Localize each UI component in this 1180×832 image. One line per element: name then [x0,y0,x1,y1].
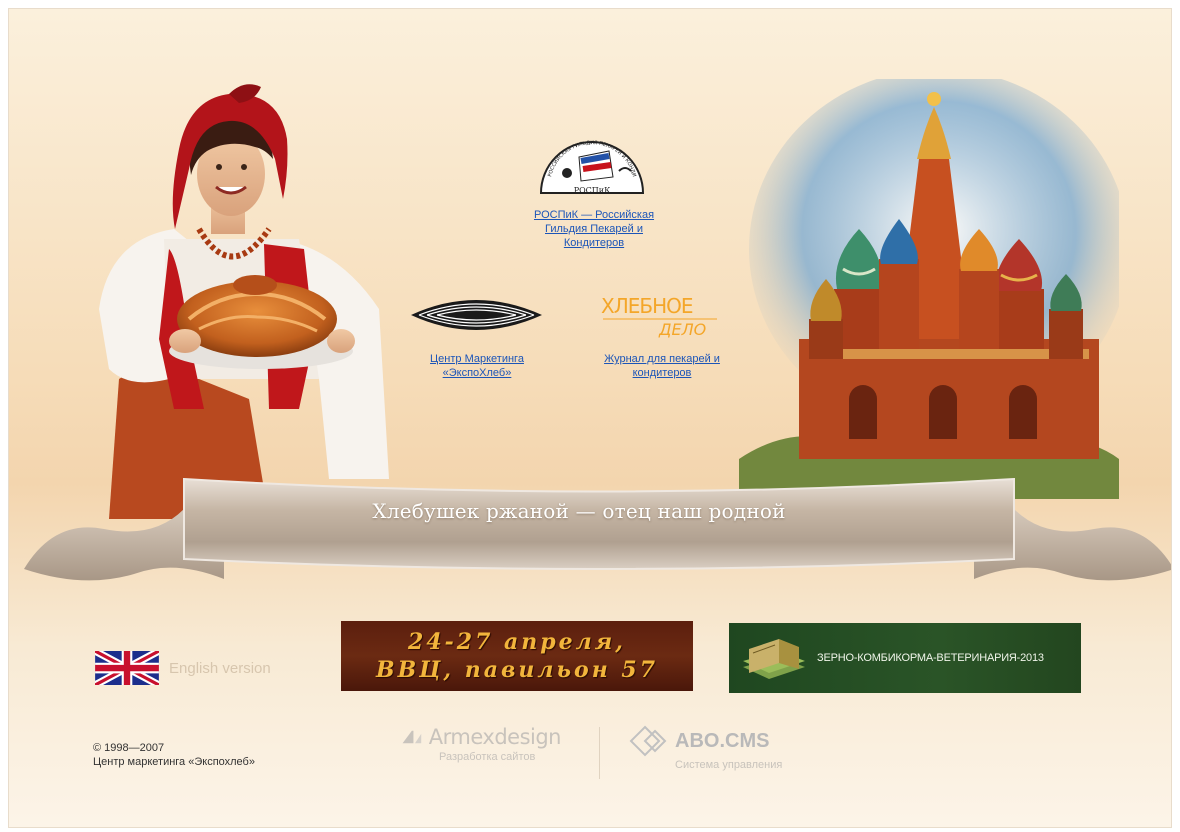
banner1-line2: ВВЦ, павильон 57 [375,657,659,683]
abocms-logo-icon [629,725,667,757]
ribbon-banner [24,477,1171,581]
armexdesign-subtitle: Разработка сайтов [439,751,536,763]
armexdesign-name: Armexdesign [428,725,562,749]
copyright-years: © 1998—2007 [93,742,165,754]
armexdesign-logo-icon [402,730,422,744]
armexdesign-link[interactable]: Armexdesign Разработка сайтов [401,725,562,763]
rospik-link[interactable]: РОСПиК — Российская Гильдия Пекарей и Ко… [514,208,674,250]
xd-logo-line2: ДЕЛО [658,320,706,339]
rospik-short-text: РОСПиК [574,186,611,195]
page: РОСПиК РОССИЙСКАЯ ГИЛЬДИЯ ПЕКАРЕЙ И КОНД… [8,8,1172,828]
abocms-subtitle: Система управления [675,759,783,771]
exhibition-date-banner[interactable]: 24-27 апреля, ВВЦ, павильон 57 [341,621,693,691]
english-version-link[interactable]: English version [95,651,271,685]
rospik-logo[interactable]: РОСПиК РОССИЙСКАЯ ГИЛЬДИЯ ПЕКАРЕЙ И КОНД… [535,121,649,199]
st-basils-cathedral-illustration [739,79,1119,499]
ribbon-slogan: Хлебушек ржаной — отец наш родной [372,499,786,523]
banner1-line1: 24-27 апреля, [408,629,626,655]
abocms-link[interactable]: ABO.CMS Система управления [629,725,809,771]
expohleb-logo[interactable] [409,289,544,341]
khlebnoe-delo-link[interactable]: Журнал для пекарей и кондитеров [587,352,737,380]
uk-flag-icon [95,651,159,685]
copyright: © 1998—2007 Центр маркетинга «Экспохлеб» [93,741,255,769]
zerno-kombikorma-banner[interactable]: ЗЕРНО-КОМБИКОРМА-ВЕТЕРИНАРИЯ-2013 [729,623,1081,693]
copyright-org: Центр маркетинга «Экспохлеб» [93,756,255,768]
footer-divider [599,727,600,779]
abocms-name: ABO.CMS [675,729,770,752]
banner2-label: ЗЕРНО-КОМБИКОРМА-ВЕТЕРИНАРИЯ-2013 [817,652,1044,664]
xd-logo-line1: ХЛЕБНОЕ [601,294,693,318]
woman-with-bread-illustration [99,84,389,519]
khlebnoe-delo-logo[interactable]: ХЛЕБНОЕ ДЕЛО [597,291,727,339]
expohleb-link[interactable]: Центр Маркетинга «ЭкспоХлеб» [427,352,527,380]
english-version-label[interactable]: English version [169,660,271,677]
money-stack-icon [743,639,805,679]
